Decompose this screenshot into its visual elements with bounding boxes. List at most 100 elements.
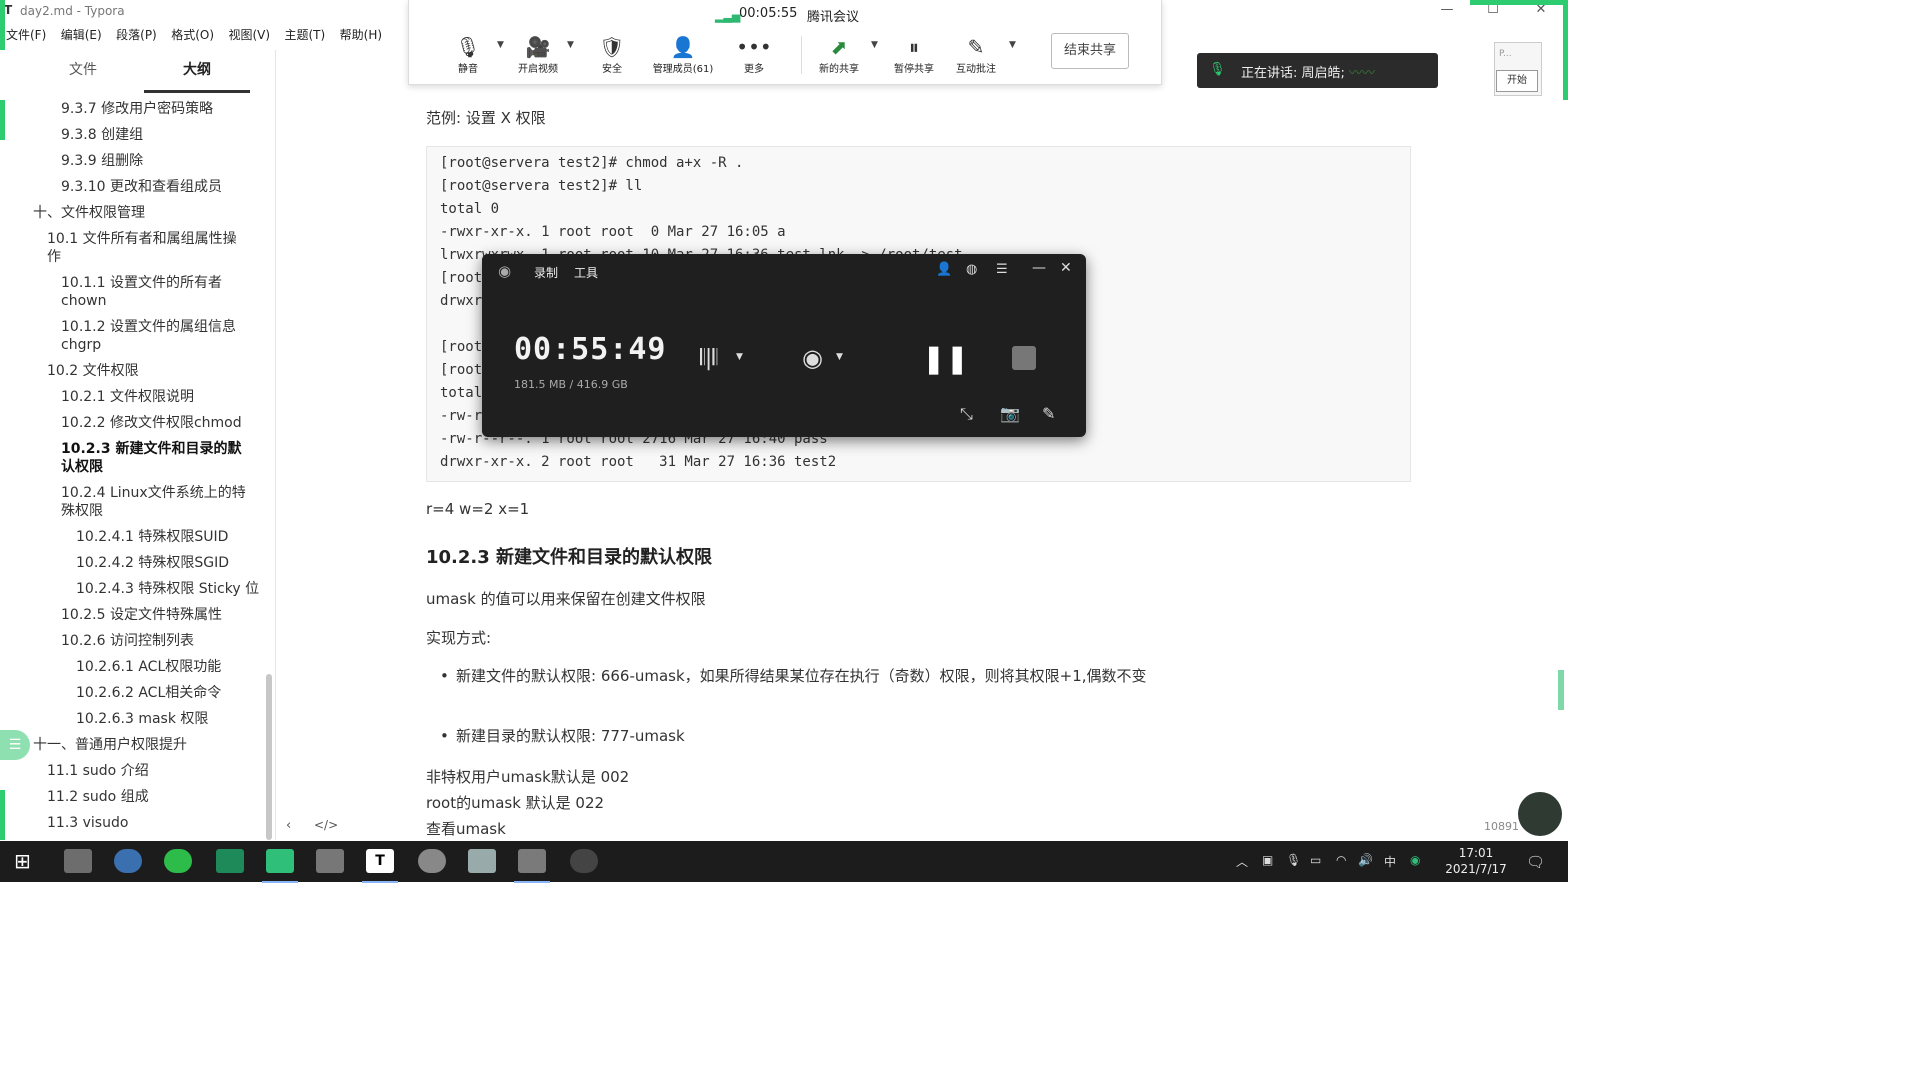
close-icon[interactable]: ✕ — [1060, 260, 1072, 276]
browser-icon[interactable] — [114, 849, 142, 873]
recorder-menu-tools[interactable]: 工具 — [574, 264, 598, 281]
video-label: 开启视频 — [518, 64, 558, 75]
end-share-button[interactable]: 结束共享 — [1051, 33, 1129, 69]
stop-icon[interactable] — [1012, 346, 1036, 370]
windows-start-icon[interactable]: ⊞ — [14, 849, 31, 873]
annotate-button[interactable]: ✎ 互动批注 — [943, 34, 1009, 75]
notification-icon[interactable]: 🗨 — [1526, 853, 1545, 871]
fullscreen-exit-icon[interactable]: ⤡ — [960, 404, 973, 424]
tab-outline[interactable]: 大纲 — [144, 56, 250, 93]
chevron-down-icon[interactable]: ▼ — [836, 352, 843, 362]
clock[interactable]: 17:01 2021/7/17 — [1444, 845, 1508, 877]
skin-icon[interactable]: ◍ — [966, 262, 977, 277]
source-code-icon[interactable]: </> — [314, 818, 338, 832]
outline-item[interactable]: 10.2.6.3 mask 权限 — [76, 710, 266, 728]
camera-icon[interactable]: 📷 — [1000, 404, 1020, 423]
menu-help[interactable]: 帮助(H) — [340, 24, 382, 46]
terminal-icon[interactable] — [216, 849, 244, 873]
menu-theme[interactable]: 主题(T) — [285, 24, 326, 46]
outline-item[interactable]: 9.3.8 创建组 — [61, 126, 251, 144]
chevron-up-icon[interactable]: ︿ — [1236, 853, 1248, 870]
security-button[interactable]: 🛡 安全 — [579, 34, 645, 75]
network-icon[interactable]: ◠ — [1336, 853, 1346, 867]
outline-item[interactable]: 10.2.6.1 ACL权限功能 — [76, 658, 266, 676]
new-share-button[interactable]: ⬈ 新的共享 — [806, 34, 872, 75]
outline-item[interactable]: 10.2.2 修改文件权限chmod — [61, 414, 251, 432]
wechat-icon[interactable] — [164, 849, 192, 873]
outline-item[interactable]: 11.1 sudo 介绍 — [47, 762, 237, 780]
meeting-app-icon[interactable] — [262, 849, 298, 883]
mute-button[interactable]: 🎙 静音 — [435, 34, 501, 75]
start-button[interactable]: 开始 — [1496, 70, 1538, 92]
share-border-left-bottom — [0, 790, 5, 840]
outline-item[interactable]: 10.2.6.2 ACL相关命令 — [76, 684, 266, 702]
outline-item[interactable]: 10.2.4.1 特殊权限SUID — [76, 528, 266, 546]
chevron-down-icon[interactable]: ▼ — [736, 352, 743, 362]
outline-item[interactable]: 10.1.1 设置文件的所有者chown — [61, 274, 251, 310]
notes-icon[interactable] — [468, 849, 496, 873]
meeting-name: 腾讯会议 — [807, 10, 860, 25]
outline-item[interactable]: 9.3.9 组删除 — [61, 152, 251, 170]
video-button[interactable]: 🎥 开启视频 — [505, 34, 571, 75]
meeting-tray-icon[interactable]: ◉ — [1410, 853, 1420, 867]
chevron-down-icon[interactable]: ▼ — [567, 40, 574, 50]
typora-logo-icon: T — [4, 3, 13, 17]
volume-icon[interactable]: 🔊 — [1358, 853, 1373, 867]
microphone-tray-icon[interactable]: 🎙 — [1286, 853, 1301, 867]
audio-icon[interactable]: 𝄃|𝄃 — [700, 346, 717, 371]
menu-view[interactable]: 视图(V) — [228, 24, 270, 46]
pause-icon[interactable]: ❚❚ — [922, 342, 969, 375]
outline-item[interactable]: 10.2.4.2 特殊权限SGID — [76, 554, 266, 572]
code-line: [root — [440, 339, 483, 355]
outline-item[interactable]: 11.2 sudo 组成 — [47, 788, 237, 806]
sidebar-scrollbar[interactable] — [266, 674, 272, 840]
battery-icon[interactable]: ▭ — [1310, 853, 1321, 867]
menu-format[interactable]: 格式(O) — [171, 24, 214, 46]
outline-item[interactable]: 10.1.2 设置文件的属组信息chgrp — [61, 318, 251, 354]
view-umask-line: 查看umask — [426, 820, 506, 838]
outline-item[interactable]: 11.3 visudo — [47, 814, 237, 832]
chevron-down-icon[interactable]: ▼ — [871, 40, 878, 50]
outline-item[interactable]: 9.3.7 修改用户密码策略 — [61, 100, 251, 118]
toggle-sidebar-icon[interactable]: ‹ — [286, 818, 291, 833]
bullet-dir-default: 新建目录的默认权限: 777-umask — [440, 723, 1176, 749]
file-manager-icon[interactable] — [316, 849, 344, 873]
typora-icon[interactable]: T — [362, 849, 398, 883]
perm-values: r=4 w=2 x=1 — [426, 500, 530, 518]
outline-item[interactable]: 10.2.6 访问控制列表 — [61, 632, 251, 650]
user-icon[interactable]: 👤 — [936, 262, 952, 277]
pause-share-button[interactable]: ⏸ 暂停共享 — [881, 34, 947, 75]
floating-menu-icon[interactable]: ☰ — [0, 730, 30, 760]
camera-tray-icon[interactable]: ▣ — [1262, 853, 1273, 867]
more-button[interactable]: ••• 更多 — [721, 34, 787, 75]
outline-item-active[interactable]: 10.2.3 新建文件和目录的默认权限 — [61, 440, 251, 476]
outline-item[interactable]: 10.2.1 文件权限说明 — [61, 388, 251, 406]
avatar[interactable] — [1518, 792, 1562, 836]
menu-file[interactable]: 文件(F) — [6, 24, 46, 46]
ime-indicator[interactable]: 中 — [1384, 853, 1396, 870]
outline-item[interactable]: 10.2.4 Linux文件系统上的特殊权限 — [61, 484, 251, 520]
menu-edit[interactable]: 编辑(E) — [61, 24, 102, 46]
members-button[interactable]: 👤 管理成员(61) — [649, 34, 717, 75]
minimize-icon[interactable]: — — [1432, 2, 1462, 17]
tab-files[interactable]: 文件 — [30, 56, 136, 90]
menu-paragraph[interactable]: 段落(P) — [116, 24, 157, 46]
pen-icon[interactable]: ✎ — [1042, 404, 1055, 423]
chevron-down-icon[interactable]: ▼ — [497, 40, 504, 50]
recorder-app-icon[interactable] — [570, 849, 598, 873]
menu-icon[interactable]: ☰ — [996, 262, 1008, 277]
recorder-menu-record[interactable]: 录制 — [534, 264, 558, 281]
webcam-icon[interactable]: ◉ — [802, 344, 823, 372]
outline-item[interactable]: 9.3.10 更改和查看组成员 — [61, 178, 251, 196]
outline-item[interactable]: 10.2.4.3 特殊权限 Sticky 位 — [76, 580, 266, 598]
outline-item[interactable]: 10.1 文件所有者和属组属性操作 — [47, 230, 237, 266]
outline-item[interactable]: 十、文件权限管理 — [33, 204, 223, 222]
snipping-tool-icon[interactable] — [64, 849, 92, 873]
minimize-icon[interactable]: — — [1032, 260, 1046, 276]
chevron-down-icon[interactable]: ▼ — [1009, 40, 1016, 50]
outline-item[interactable]: 10.2.5 设定文件特殊属性 — [61, 606, 251, 624]
screenshot-app-icon[interactable] — [514, 849, 550, 883]
outline-item[interactable]: 十一、普通用户权限提升 — [33, 736, 223, 754]
app-icon[interactable] — [418, 849, 446, 873]
outline-item[interactable]: 10.2 文件权限 — [47, 362, 237, 380]
